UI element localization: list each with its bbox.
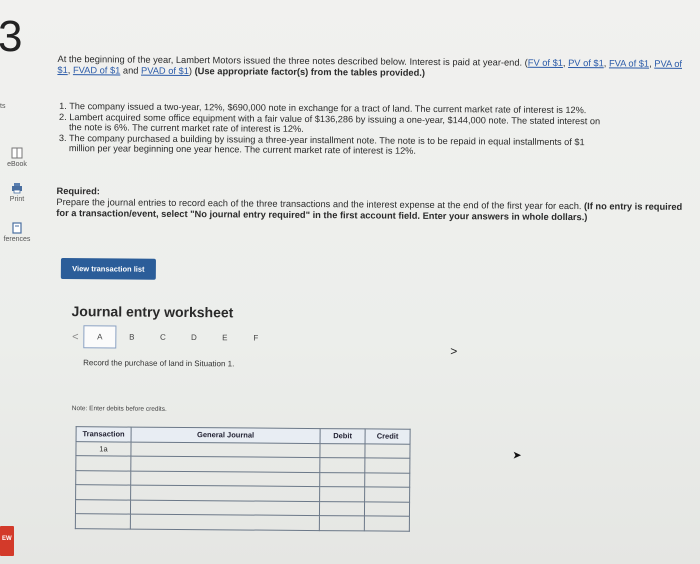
ebook-label: eBook — [7, 161, 27, 168]
required-section: Required: Prepare the journal entries to… — [56, 186, 686, 224]
credit-input[interactable] — [364, 515, 410, 531]
col-debit: Debit — [320, 428, 366, 444]
col-transaction: Transaction — [76, 426, 132, 442]
account-input[interactable] — [130, 456, 320, 473]
problem-items: 1. The company issued a two-year, 12%, $… — [59, 101, 679, 159]
debit-input[interactable] — [319, 501, 365, 516]
worksheet-instruction: Record the purchase of land in Situation… — [83, 358, 235, 369]
prev-arrow-icon[interactable]: < — [67, 331, 83, 343]
debit-input[interactable] — [319, 443, 366, 458]
tab-d[interactable]: D — [178, 327, 209, 347]
question-number: 3 — [0, 12, 23, 61]
transaction-cell — [75, 513, 131, 529]
ebook-link[interactable]: eBook — [0, 147, 34, 168]
book-icon — [11, 147, 23, 159]
printer-icon — [11, 182, 23, 194]
app-badge-label: EW — [2, 536, 12, 542]
references-label: ferences — [3, 236, 31, 243]
debit-input[interactable] — [319, 472, 365, 487]
worksheet-tabs: < A B C D E F — [67, 325, 271, 350]
question-content: At the beginning of the year, Lambert Mo… — [56, 0, 698, 531]
credit-input[interactable] — [364, 501, 410, 517]
link-fva[interactable]: FVA of $1 — [609, 58, 649, 68]
print-link[interactable]: Print — [0, 182, 34, 203]
app-badge[interactable]: EW — [0, 526, 14, 556]
next-arrow-icon[interactable]: > — [450, 344, 457, 358]
table-row — [75, 513, 410, 531]
link-pvad[interactable]: PVAD of $1 — [141, 66, 189, 76]
print-label: Print — [9, 196, 25, 203]
problem-intro: At the beginning of the year, Lambert Mo… — [57, 53, 683, 78]
view-transaction-list-button[interactable]: View transaction list — [60, 258, 156, 280]
credit-input[interactable] — [364, 472, 410, 488]
col-credit: Credit — [365, 428, 411, 444]
intro-text: At the beginning of the year, Lambert Mo… — [57, 53, 528, 68]
link-pv[interactable]: PV of $1 — [568, 58, 604, 68]
transaction-cell — [75, 455, 131, 471]
transaction-cell — [75, 484, 131, 500]
debit-input[interactable] — [319, 457, 365, 473]
mouse-cursor-icon: ➤ — [512, 449, 522, 462]
transaction-cell: 1a — [75, 441, 132, 457]
tab-c[interactable]: C — [147, 327, 178, 347]
credit-input[interactable] — [364, 457, 410, 473]
tab-e[interactable]: E — [209, 328, 240, 348]
references-icon — [11, 222, 23, 234]
tab-f[interactable]: F — [240, 328, 271, 348]
account-input[interactable] — [130, 499, 320, 516]
credit-input[interactable] — [364, 443, 411, 459]
factor-instruction: (Use appropriate factor(s) from the tabl… — [194, 66, 426, 78]
debit-input[interactable] — [319, 486, 365, 502]
debit-input[interactable] — [319, 515, 365, 531]
transaction-cell — [75, 470, 131, 486]
tab-a[interactable]: A — [83, 325, 117, 349]
page: 3 ts eBook Print ferences EW At the begi… — [0, 0, 700, 564]
account-input[interactable] — [130, 441, 321, 458]
transaction-cell — [75, 499, 131, 515]
journal-table: Transaction General Journal Debit Credit… — [75, 426, 411, 531]
link-fvad[interactable]: FVAD of $1 — [73, 65, 120, 75]
worksheet-note: Note: Enter debits before credits. — [71, 405, 167, 413]
col-general-journal: General Journal — [131, 427, 321, 444]
account-input[interactable] — [130, 470, 320, 487]
credit-input[interactable] — [364, 486, 410, 502]
sidebar-fragment: ts — [0, 103, 6, 110]
references-link[interactable]: ferences — [0, 222, 34, 243]
worksheet-title: Journal entry worksheet — [71, 303, 234, 321]
tab-b[interactable]: B — [116, 327, 147, 347]
account-input[interactable] — [130, 485, 320, 502]
account-input[interactable] — [130, 514, 320, 531]
link-fv[interactable]: FV of $1 — [528, 58, 563, 68]
